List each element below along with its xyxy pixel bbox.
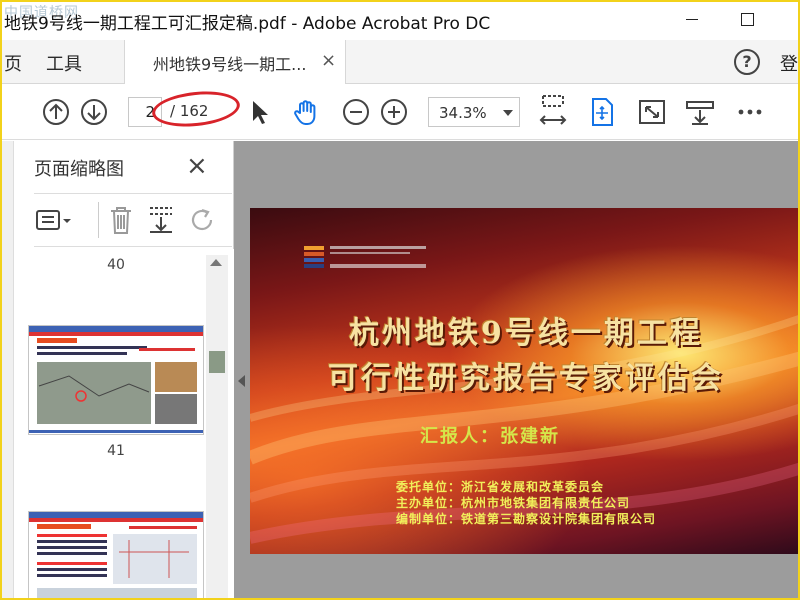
fit-page-icon[interactable]: [586, 96, 618, 128]
next-page-icon[interactable]: [78, 96, 110, 128]
panel-title: 页面缩略图: [34, 159, 124, 180]
slide-org-line: 编制单位：铁道第三勘察设计院集团有限公司: [396, 512, 657, 526]
title-bar: 中国道桥网 地铁9号线一期工程工可汇报定稿.pdf - Adobe Acroba…: [0, 0, 800, 40]
login-button[interactable]: 登: [780, 50, 798, 76]
thumbnail-page-number: 41: [107, 443, 125, 459]
panel-close-icon[interactable]: ×: [186, 151, 208, 181]
pdf-page-slide: 杭州地铁9号线一期工程 可行性研究报告专家评估会 汇报人：张建新 委托单位：浙江…: [250, 208, 800, 554]
page-thumbnail-image: [29, 512, 203, 598]
collapse-panel-icon[interactable]: [238, 375, 245, 387]
page-thumbnail-image: [29, 326, 203, 433]
more-options-icon[interactable]: [734, 96, 766, 128]
minimize-button[interactable]: [680, 8, 704, 32]
fit-width-icon[interactable]: [537, 92, 569, 132]
select-cursor-icon[interactable]: [244, 96, 276, 128]
company-logo: [304, 246, 426, 268]
slide-title-line2: 可行性研究报告专家评估会: [328, 361, 724, 396]
chevron-down-icon: [503, 110, 513, 116]
document-view[interactable]: 杭州地铁9号线一期工程 可行性研究报告专家评估会 汇报人：张建新 委托单位：浙江…: [234, 141, 800, 600]
zoom-in-icon[interactable]: [378, 96, 410, 128]
page-display-icon[interactable]: [684, 96, 716, 128]
rotate-page-icon[interactable]: [188, 204, 218, 236]
help-icon[interactable]: ?: [734, 49, 760, 75]
toolbar: 2 / 162 34.3%: [0, 84, 800, 140]
thumbnail-list[interactable]: 40 41: [14, 249, 234, 600]
thumbnails-panel: 页面缩略图 × 40 41: [14, 141, 234, 600]
slide-reporter: 汇报人：张建新: [420, 426, 560, 447]
tab-close-icon[interactable]: ×: [321, 50, 336, 71]
zoom-out-icon[interactable]: [340, 96, 372, 128]
maximize-button[interactable]: [735, 8, 759, 32]
full-screen-icon[interactable]: [636, 96, 668, 128]
slide-org-line: 主办单位：杭州市地铁集团有限责任公司: [396, 496, 631, 510]
scroll-up-icon[interactable]: [210, 259, 222, 266]
menu-home[interactable]: 页: [4, 50, 22, 76]
extract-page-icon[interactable]: [146, 204, 176, 236]
zoom-level-select[interactable]: 34.3%: [428, 97, 520, 127]
zoom-value: 34.3%: [439, 104, 487, 122]
delete-page-icon[interactable]: [108, 204, 134, 236]
panel-toolbar: [34, 193, 232, 247]
thumbnail-page-number: 40: [107, 257, 125, 273]
scrollbar-thumb[interactable]: [209, 351, 225, 373]
thumbnail-scrollbar[interactable]: [206, 255, 228, 600]
thumbnail-options-icon[interactable]: [34, 206, 74, 236]
previous-page-icon[interactable]: [40, 96, 72, 128]
window-title: 地铁9号线一期工程工可汇报定稿.pdf - Adobe Acrobat Pro …: [4, 14, 491, 34]
red-annotation-ellipse: [150, 87, 242, 131]
document-tab[interactable]: 州地铁9号线一期工... ×: [124, 40, 346, 84]
menu-bar: 页 工具 州地铁9号线一期工... × ? 登: [0, 40, 800, 84]
left-nav-strip: [0, 141, 14, 600]
hand-tool-icon[interactable]: [290, 96, 322, 128]
menu-tools[interactable]: 工具: [46, 50, 82, 76]
slide-org-line: 委托单位：浙江省发展和改革委员会: [396, 480, 605, 494]
thumbnail-page[interactable]: [28, 511, 204, 600]
thumbnail-page[interactable]: [28, 325, 204, 435]
slide-title-line1: 杭州地铁9号线一期工程: [349, 316, 703, 351]
divider: [98, 202, 99, 238]
document-tab-label: 州地铁9号线一期工...: [153, 55, 307, 74]
